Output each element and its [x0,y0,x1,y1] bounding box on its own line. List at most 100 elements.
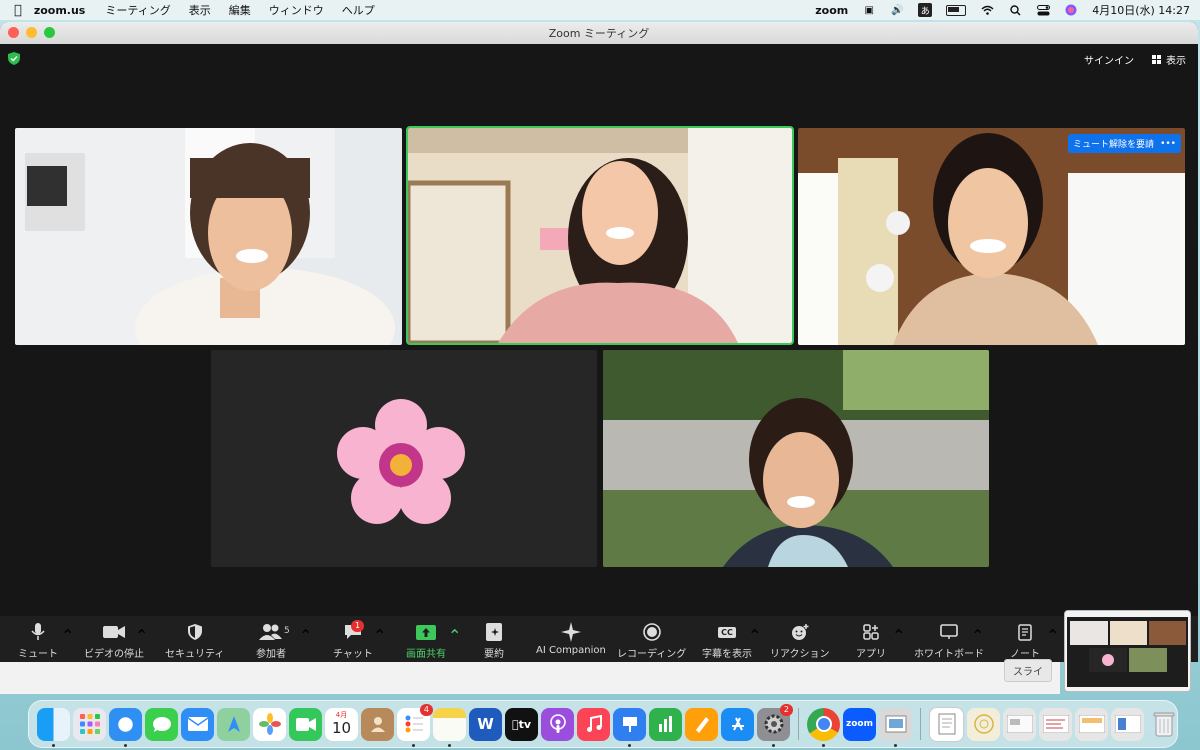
share-screen-button[interactable]: 画面共有 [406,622,446,660]
mute-button[interactable]: ミュート [18,622,58,660]
dock-screenshot-thumbnail-3[interactable] [1075,707,1108,741]
background-slide-tab[interactable]: スライ [1004,659,1052,682]
dock-music-icon[interactable] [577,707,610,741]
app-menu-zoom[interactable]: zoom.us [34,4,86,17]
dock-pages-icon[interactable] [685,707,718,741]
input-method-icon[interactable]: あ [918,3,933,17]
dock-trash-icon[interactable] [1147,708,1180,741]
participants-button[interactable]: 参加者 5 [256,622,290,660]
dock-screenshot-thumbnail-4[interactable] [1111,707,1144,741]
participant-video-5[interactable] [603,350,989,567]
dock-preview-icon[interactable] [879,707,912,747]
dock-numbers-icon[interactable] [649,707,682,741]
ai-sparkle-icon [560,622,581,642]
zoom-window: Zoom ミーティング サインイン 表示 ミュート解除を要請 ••• ミュート … [0,22,1198,662]
ai-companion-button[interactable]: AI Companion [536,622,606,656]
record-button[interactable]: レコーディング [617,622,686,660]
screen-thumbnail-preview[interactable] [1064,610,1191,692]
dock-notes-icon[interactable] [433,707,466,747]
participant-video-3[interactable]: ミュート解除を要請 ••• [798,128,1185,345]
encryption-shield-icon[interactable] [8,52,20,65]
security-button[interactable]: セキュリティ [165,622,224,660]
view-button[interactable]: 表示 [1152,52,1186,67]
dock-reminders-icon[interactable]: 4 [397,703,433,747]
share-options-chevron-icon[interactable]: ⌃ [448,626,461,645]
dock-chrome-icon[interactable] [807,707,840,747]
video-camera-icon [103,622,125,642]
settings-badge: 2 [779,703,793,716]
dock-keynote-icon[interactable] [613,707,646,747]
dock-zoom-icon[interactable]: zoom [843,707,876,741]
control-center-icon[interactable] [1036,4,1050,16]
menubar:  zoom.us ミーティング 表示 編集 ウィンドウ ヘルプ zoom ▣ … [0,0,1200,20]
dock-system-settings-icon[interactable]: 2 [757,703,793,747]
participants-icon [259,622,283,642]
dock-word-icon[interactable]: W [469,707,502,741]
dock-facetime-icon[interactable] [289,707,322,741]
wifi-icon[interactable] [980,4,994,16]
siri-icon[interactable] [1064,4,1078,16]
ask-to-unmute-button[interactable]: ミュート解除を要請 ••• [1068,134,1181,153]
menu-window[interactable]: ウィンドウ [269,2,324,18]
share-screen-icon [416,622,436,642]
zoom-window-button[interactable] [44,27,55,38]
whiteboard-icon [940,622,958,642]
dock-apple-tv-icon[interactable]: tv [505,707,538,741]
minimize-window-button[interactable] [26,27,37,38]
camera-status-icon[interactable]: ▣ [862,4,876,16]
dock-photos-icon[interactable] [253,707,286,741]
video-stage: サインイン 表示 ミュート解除を要請 ••• [0,44,1198,616]
battery-icon[interactable] [946,4,967,16]
menu-edit[interactable]: 編集 [229,2,251,18]
volume-icon[interactable]: 🔊 [890,4,904,16]
captions-options-chevron-icon[interactable]: ⌃ [748,626,761,645]
participants-options-chevron-icon[interactable]: ⌃ [299,626,312,645]
security-shield-icon [187,622,202,642]
dock-screenshot-thumbnail-2[interactable] [1039,707,1072,741]
dock-finder-icon[interactable] [37,707,70,747]
dock-calendar-icon[interactable]: 4月 10 [325,707,358,741]
show-captions-button[interactable]: CC 字幕を表示 [702,622,752,660]
dock-messages-icon[interactable] [145,707,178,741]
dock-podcasts-icon[interactable] [541,707,574,741]
apple-menu-icon[interactable]:  [14,3,22,18]
menu-help[interactable]: ヘルプ [342,2,375,18]
clock[interactable]: 4月10日(水) 14:27 [1092,2,1190,18]
dock-maps-icon[interactable] [217,707,250,741]
dock-safari-icon[interactable] [109,707,142,747]
menu-meeting[interactable]: ミーティング [105,2,170,18]
more-options-icon[interactable]: ••• [1160,139,1176,149]
dock: 4月 10 4 W tv 2 zoom [28,700,1178,748]
window-title: Zoom ミーティング [548,27,650,40]
dock-launchpad-icon[interactable] [73,707,106,741]
notes-options-chevron-icon[interactable]: ⌃ [1046,626,1059,645]
notes-button[interactable]: ノート [1010,622,1040,660]
dock-screenshot-thumbnail-1[interactable] [1003,707,1036,741]
chat-unread-badge: 1 [351,620,365,632]
dock-contacts-icon[interactable] [361,707,394,741]
summary-button[interactable]: 要約 [484,622,504,660]
zoom-status-item[interactable]: zoom [815,4,848,17]
dock-document-stack-icon[interactable] [929,706,964,742]
sign-in-button[interactable]: サインイン [1084,52,1134,67]
apps-options-chevron-icon[interactable]: ⌃ [892,626,905,645]
participant-video-2-active-speaker[interactable] [406,126,794,345]
participant-avatar-tile[interactable] [211,350,597,567]
meeting-toolbar: ミュート ⌃ ビデオの停止 ⌃ セキュリティ 参加者 5 ⌃ 1 チャット ⌃ … [0,616,1198,662]
apps-button[interactable]: アプリ [856,622,886,660]
window-titlebar[interactable]: Zoom ミーティング [0,22,1198,44]
dock-app-store-icon[interactable] [721,707,754,741]
dock-image-stack-icon[interactable] [967,707,1000,741]
audio-options-chevron-icon[interactable]: ⌃ [61,626,74,645]
dock-mail-icon[interactable] [181,707,214,741]
spotlight-search-icon[interactable] [1008,4,1022,16]
chat-options-chevron-icon[interactable]: ⌃ [373,626,386,645]
participant-video-1[interactable] [15,128,402,345]
reactions-button[interactable]: リアクション [770,622,830,660]
close-window-button[interactable] [8,27,19,38]
record-icon [642,622,661,642]
whiteboard-options-chevron-icon[interactable]: ⌃ [971,626,984,645]
chat-button[interactable]: 1 チャット [333,620,373,660]
video-options-chevron-icon[interactable]: ⌃ [135,626,148,645]
menu-view[interactable]: 表示 [189,2,211,18]
